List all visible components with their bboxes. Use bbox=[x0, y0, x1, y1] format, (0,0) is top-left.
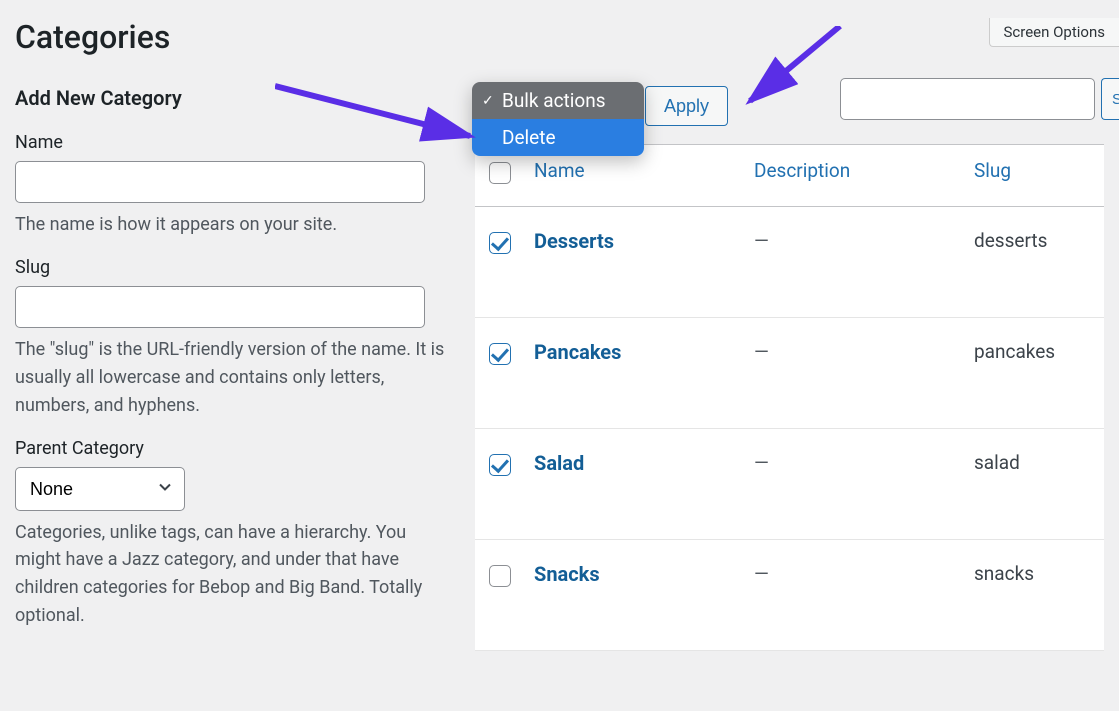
category-description: — bbox=[744, 540, 964, 651]
slug-description: The "slug" is the URL-friendly version o… bbox=[15, 336, 445, 420]
bulk-option[interactable]: ✓ Bulk actions bbox=[472, 82, 644, 119]
bulk-option[interactable]: Delete bbox=[472, 119, 644, 156]
slug-column-header[interactable]: Slug bbox=[974, 159, 1011, 182]
name-label: Name bbox=[15, 132, 445, 153]
category-slug: desserts bbox=[964, 207, 1104, 318]
table-row: Salad —salad bbox=[475, 429, 1104, 540]
table-row: Snacks —snacks bbox=[475, 540, 1104, 651]
slug-field[interactable] bbox=[15, 286, 425, 328]
name-field[interactable] bbox=[15, 161, 425, 203]
category-slug: salad bbox=[964, 429, 1104, 540]
select-all-checkbox[interactable] bbox=[489, 162, 511, 184]
parent-category-select[interactable]: None bbox=[15, 467, 185, 511]
row-checkbox[interactable] bbox=[489, 232, 511, 254]
name-description: The name is how it appears on your site. bbox=[15, 211, 445, 239]
check-icon: ✓ bbox=[482, 93, 494, 109]
row-checkbox[interactable] bbox=[489, 565, 511, 587]
bulk-option-label: Bulk actions bbox=[502, 89, 606, 112]
bulk-actions-dropdown[interactable]: ✓ Bulk actions Delete bbox=[472, 82, 644, 156]
row-checkbox[interactable] bbox=[489, 343, 511, 365]
table-row: Pancakes —pancakes bbox=[475, 318, 1104, 429]
category-name-link[interactable]: Salad bbox=[534, 451, 584, 475]
add-new-heading: Add New Category bbox=[15, 86, 445, 110]
category-name-link[interactable]: Desserts bbox=[534, 229, 614, 253]
row-checkbox[interactable] bbox=[489, 454, 511, 476]
apply-button[interactable]: Apply bbox=[645, 86, 728, 126]
screen-options-button[interactable]: Screen Options bbox=[989, 18, 1119, 47]
category-slug: snacks bbox=[964, 540, 1104, 651]
page-title: Categories bbox=[15, 18, 1104, 56]
description-column-header[interactable]: Description bbox=[754, 159, 850, 182]
parent-label: Parent Category bbox=[15, 438, 445, 459]
category-name-link[interactable]: Snacks bbox=[534, 562, 600, 586]
category-description: — bbox=[744, 207, 964, 318]
category-slug: pancakes bbox=[964, 318, 1104, 429]
name-column-header[interactable]: Name bbox=[534, 159, 585, 182]
category-name-link[interactable]: Pancakes bbox=[534, 340, 621, 364]
category-description: — bbox=[744, 318, 964, 429]
slug-label: Slug bbox=[15, 257, 445, 278]
bulk-option-label: Delete bbox=[502, 126, 556, 149]
categories-table: Name Description Slug Desserts—dessertsP… bbox=[475, 144, 1104, 651]
category-description: — bbox=[744, 429, 964, 540]
parent-description: Categories, unlike tags, can have a hier… bbox=[15, 519, 445, 631]
table-row: Desserts —desserts bbox=[475, 207, 1104, 318]
